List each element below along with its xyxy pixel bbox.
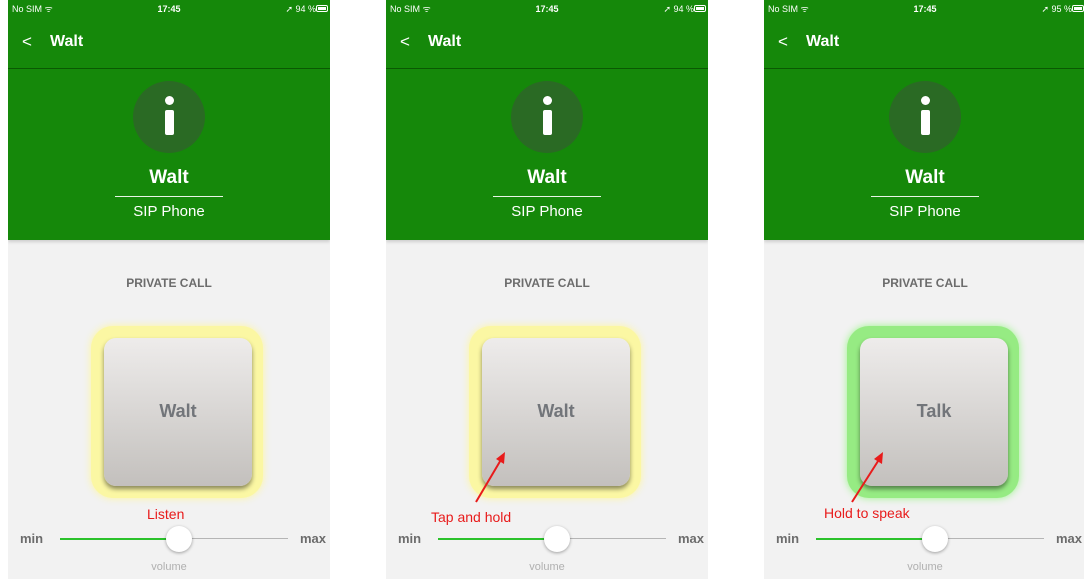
volume-track-empty [556,538,666,539]
contact-type: SIP Phone [133,203,205,220]
contact-name: Walt [905,167,945,188]
volume-track-filled [438,538,556,540]
battery-icon [316,5,328,12]
status-time: 17:45 [535,4,559,14]
phone-screen-talk: No SIM ᯤ 17:45 ➚ 95 % < Walt Walt SIP Ph… [764,0,1084,579]
annotation-label: Listen [147,506,185,522]
phone-screen-tap-hold: No SIM ᯤ 17:45 ➚ 94 % < Walt Walt SIP Ph… [386,0,708,579]
volume-max-label: max [300,531,327,546]
volume-track-filled [816,538,934,540]
contact-header: Walt SIP Phone [386,69,708,240]
volume-min-label: min [398,531,422,546]
info-icon[interactable] [133,81,205,153]
push-to-talk-button[interactable]: Walt [104,338,252,486]
push-to-talk-button[interactable]: Talk [860,338,1008,486]
section-title: PRIVATE CALL [126,276,212,290]
volume-max-label: max [1056,531,1083,546]
volume-slider-thumb[interactable] [922,526,948,552]
contact-header: Walt SIP Phone [764,69,1084,240]
volume-track-empty [934,538,1044,539]
battery-icon [1072,5,1084,12]
back-button[interactable]: < [778,32,788,52]
battery-percent: ➚ 94 % [663,4,694,14]
status-bar: No SIM ᯤ 17:45 ➚ 94 % [386,0,708,18]
info-icon[interactable] [889,81,961,153]
nav-bar: < Walt [386,18,708,69]
info-icon[interactable] [511,81,583,153]
volume-caption: volume [151,561,187,573]
header-divider [493,196,601,197]
header-divider [871,196,979,197]
volume-min-label: min [776,531,800,546]
volume-track-empty [178,538,288,539]
volume-track-filled [60,538,178,540]
back-button[interactable]: < [22,32,32,52]
volume-min-label: min [20,531,44,546]
volume-caption: volume [529,561,565,573]
annotation-label: Hold to speak [824,505,910,521]
push-to-talk-label: Walt [159,401,197,421]
battery-icon [694,5,706,12]
status-bar: No SIM ᯤ 17:45 ➚ 94 % [8,0,330,18]
contact-header: Walt SIP Phone [8,69,330,240]
status-bar: No SIM ᯤ 17:45 ➚ 95 % [764,0,1084,18]
annotation-label: Tap and hold [431,509,512,525]
header-divider [115,196,223,197]
nav-title: Walt [806,33,840,50]
battery-percent: ➚ 95 % [1041,4,1072,14]
nav-title: Walt [50,33,84,50]
contact-type: SIP Phone [889,203,961,220]
contact-type: SIP Phone [511,203,583,220]
volume-caption: volume [907,561,943,573]
status-time: 17:45 [157,4,181,14]
volume-slider-thumb[interactable] [544,526,570,552]
volume-max-label: max [678,531,705,546]
push-to-talk-label: Talk [916,401,952,421]
nav-bar: < Walt [764,18,1084,69]
battery-percent: ➚ 94 % [285,4,316,14]
status-time: 17:45 [913,4,937,14]
nav-bar: < Walt [8,18,330,69]
phone-screen-listen: No SIM ᯤ 17:45 ➚ 94 % < Walt Walt SIP Ph… [8,0,330,579]
push-to-talk-label: Walt [537,401,575,421]
section-title: PRIVATE CALL [882,276,968,290]
section-title: PRIVATE CALL [504,276,590,290]
push-to-talk-button[interactable]: Walt [482,338,630,486]
nav-title: Walt [428,33,462,50]
contact-name: Walt [149,167,189,188]
contact-name: Walt [527,167,567,188]
back-button[interactable]: < [400,32,410,52]
volume-slider-thumb[interactable] [166,526,192,552]
